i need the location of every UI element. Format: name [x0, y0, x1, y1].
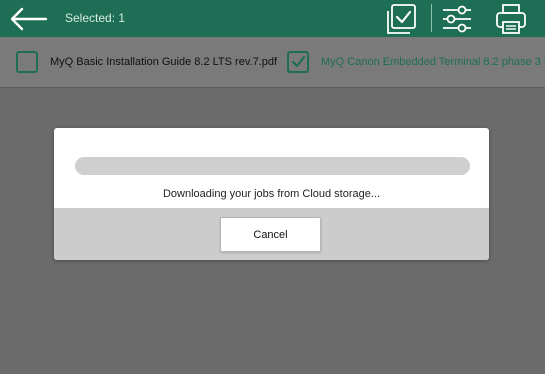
cancel-button[interactable]: Cancel [220, 217, 321, 252]
file-item[interactable]: MyQ Basic Installation Guide 8.2 LTS rev… [16, 49, 277, 75]
dialog-message: Downloading your jobs from Cloud storage… [162, 188, 381, 200]
back-arrow-icon [10, 7, 48, 31]
dialog-footer: Cancel [54, 208, 489, 260]
toolbar-divider [431, 4, 432, 32]
file-checkbox[interactable] [287, 51, 309, 73]
file-name: MyQ Basic Installation Guide 8.2 LTS rev… [50, 56, 278, 68]
progress-bar [75, 157, 470, 175]
file-checkbox[interactable] [16, 51, 38, 73]
filter-icon [443, 5, 471, 33]
back-button[interactable] [8, 6, 48, 32]
print-button[interactable] [494, 2, 528, 36]
select-all-icon [387, 4, 416, 34]
download-dialog: Downloading your jobs from Cloud storage… [54, 128, 489, 260]
file-name: MyQ Canon Embedded Terminal 8.2 phase 3 … [321, 56, 545, 68]
print-icon [496, 4, 526, 34]
file-item[interactable]: MyQ Canon Embedded Terminal 8.2 phase 3 … [287, 49, 545, 75]
top-bar: Selected: 1 [0, 0, 545, 37]
selected-count: Selected: 1 [65, 11, 126, 25]
select-all-button[interactable] [384, 2, 418, 36]
checkmark-icon [291, 55, 306, 68]
file-list: MyQ Basic Installation Guide 8.2 LTS rev… [0, 37, 545, 88]
filter-button[interactable] [440, 2, 474, 36]
